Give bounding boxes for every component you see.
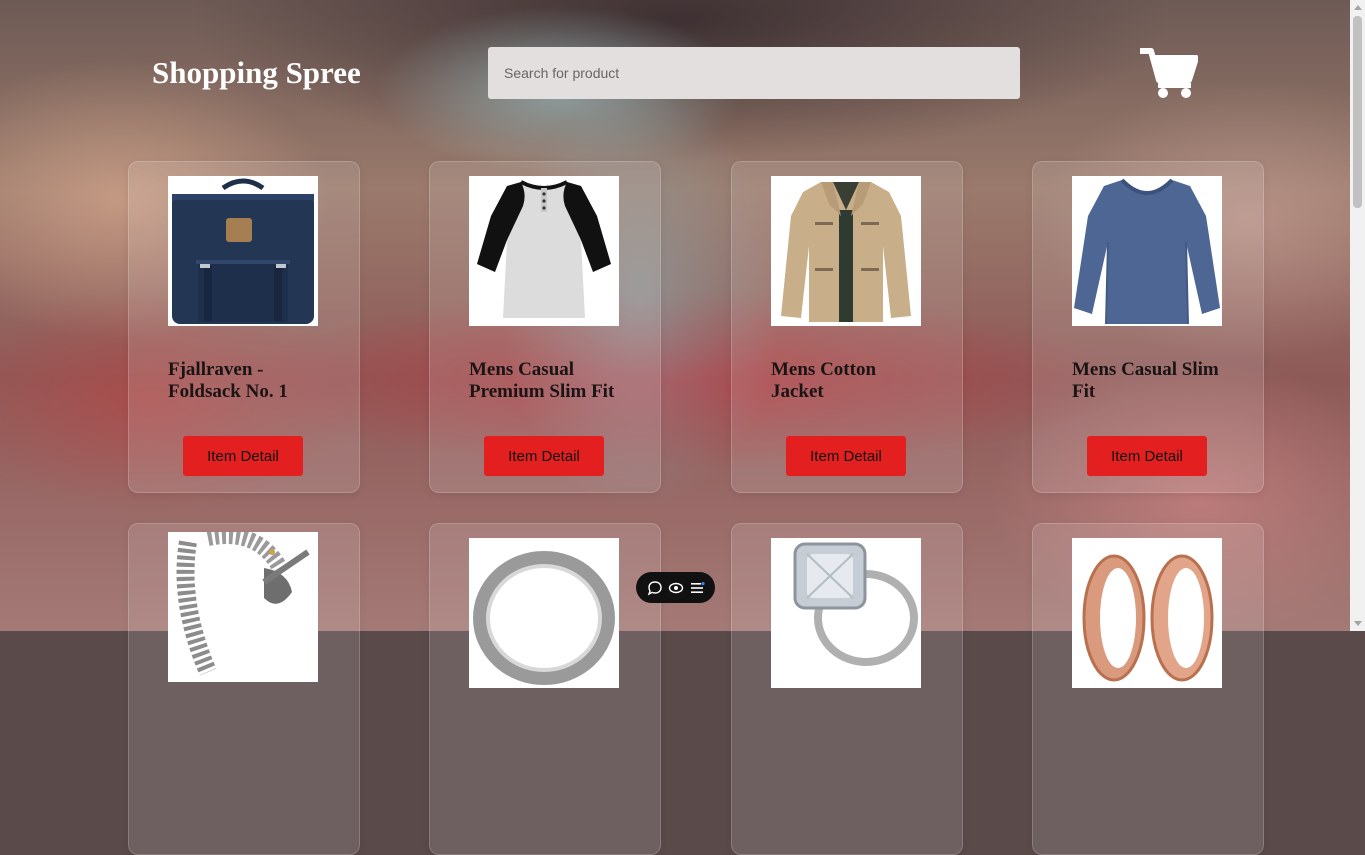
chat-bubble-icon[interactable] [647,580,663,596]
product-title: Mens Cotton Jacket [771,359,877,402]
product-title: Fjallraven - Foldsack No. 1 [168,359,288,402]
item-detail-button[interactable]: Item Detail [484,436,604,476]
scroll-up-arrow-icon[interactable] [1354,5,1362,10]
product-title: Mens Casual Slim Fit [1072,359,1219,402]
scrollbar-thumb[interactable] [1353,16,1362,208]
floating-toolbar [636,572,715,603]
product-image-cotton-jacket[interactable] [771,176,921,326]
product-image-silver-ring[interactable] [469,538,619,688]
product-title: Mens Casual Premium Slim Fit [469,359,615,402]
product-image-backpack[interactable] [168,176,318,326]
product-image-diamond-ring[interactable] [771,538,921,688]
product-card [128,523,360,855]
menu-icon[interactable] [689,580,705,596]
item-detail-button[interactable]: Item Detail [1087,436,1207,476]
product-card: Mens Casual Slim Fit Item Detail [1032,161,1264,493]
cart-icon [1138,48,1199,98]
product-card [429,523,661,855]
product-card [731,523,963,855]
product-image-rose-gold-rings[interactable] [1072,538,1222,688]
item-detail-button[interactable]: Item Detail [183,436,303,476]
product-image-dragon-bracelet[interactable] [168,532,318,682]
scroll-down-arrow-icon[interactable] [1354,621,1362,626]
product-card [1032,523,1264,855]
eye-icon[interactable] [668,580,684,596]
product-card: Mens Casual Premium Slim Fit Item Detail [429,161,661,493]
item-detail-button[interactable]: Item Detail [786,436,906,476]
product-card: Mens Cotton Jacket Item Detail [731,161,963,493]
product-image-long-sleeve-shirt[interactable] [1072,176,1222,326]
page-scrollbar[interactable] [1350,0,1365,631]
search-input[interactable] [488,47,1020,99]
site-title: Shopping Spree [152,55,361,90]
product-card: Fjallraven - Foldsack No. 1 Item Detail [128,161,360,493]
product-image-raglan-tshirt[interactable] [469,176,619,326]
cart-button[interactable] [1138,47,1199,99]
